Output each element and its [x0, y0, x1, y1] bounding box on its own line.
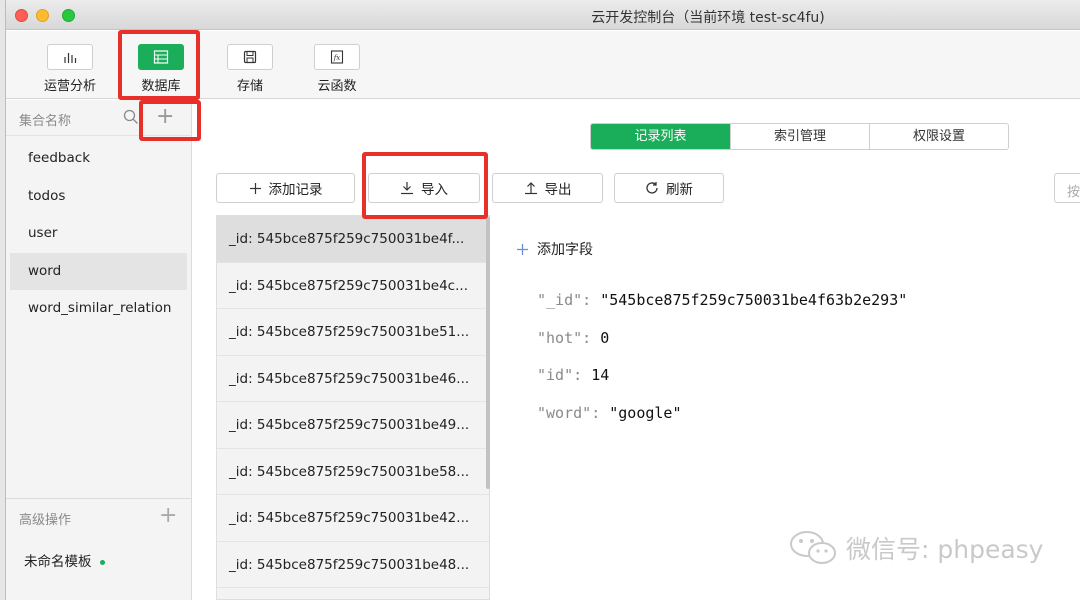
collection-header-title: 集合名称 — [19, 114, 72, 129]
add-advanced-operation-button[interactable]: + — [159, 504, 177, 528]
add-field-button[interactable]: 添加字段 — [516, 239, 593, 259]
field-key: "word" — [537, 404, 592, 422]
toolbar-label: 云函数 — [317, 79, 357, 94]
wechat-watermark: 微信号: phpeasy — [788, 528, 1043, 568]
record-list-scrollbar[interactable] — [486, 217, 490, 489]
add-field-label: 添加字段 — [537, 242, 593, 258]
collection-list: feedback todos user word word_similar_re… — [6, 136, 191, 328]
field-key: "hot" — [537, 329, 583, 347]
record-item[interactable]: _id: 545bce875f259c750031be42... — [217, 495, 489, 542]
collection-item-word-similar-relation[interactable]: word_similar_relation — [10, 290, 187, 328]
plus-icon — [517, 243, 528, 255]
record-item[interactable]: _id: 545bce875f259c750031be4f... — [217, 216, 489, 263]
window-title: 云开发控制台（当前环境 test-sc4fu) — [591, 10, 825, 26]
field-row[interactable]: "id": 14 — [537, 366, 609, 384]
advanced-operations-header: 高级操作 + — [6, 498, 191, 534]
field-row[interactable]: "hot": 0 — [537, 329, 609, 347]
title-bar: 云开发控制台（当前环境 test-sc4fu) — [6, 0, 1080, 30]
refresh-icon — [646, 182, 658, 194]
field-row[interactable]: "_id": "545bce875f259c750031be4f63b2e293… — [537, 291, 907, 309]
collection-sidebar: 集合名称 + feedback todos user word word_sim… — [6, 100, 192, 600]
advanced-operations-title: 高级操作 — [19, 513, 72, 528]
export-button[interactable]: 导出 — [492, 173, 603, 203]
field-value: "545bce875f259c750031be4f63b2e293" — [600, 291, 908, 309]
record-item[interactable]: _id: 545bce875f259c750031be48... — [217, 542, 489, 588]
tab-permission-settings[interactable]: 权限设置 — [869, 124, 1008, 149]
field-key: "id" — [537, 366, 574, 384]
record-item[interactable]: _id: 545bce875f259c750031be46... — [217, 356, 489, 402]
plus-icon — [249, 182, 261, 194]
collection-item-user[interactable]: user — [10, 215, 187, 253]
toolbar-cloud-functions[interactable]: fx 云函数 — [297, 44, 377, 94]
highlight-import-button — [362, 152, 488, 219]
collection-item-todos[interactable]: todos — [10, 178, 187, 216]
upload-icon — [524, 182, 537, 195]
template-item[interactable]: 未命名模板 — [24, 550, 105, 570]
view-tabs: 记录列表 索引管理 权限设置 — [590, 123, 1009, 150]
toolbar-label: 存储 — [236, 79, 263, 94]
refresh-button[interactable]: 刷新 — [614, 173, 724, 203]
add-record-button[interactable]: 添加记录 — [216, 173, 355, 203]
record-list: _id: 545bce875f259c750031be4f... _id: 54… — [216, 215, 490, 600]
record-item[interactable]: _id: 545bce875f259c750031be49... — [217, 402, 489, 449]
bar-chart-icon — [47, 44, 93, 70]
toolbar-label: 运营分析 — [43, 79, 96, 94]
highlight-database-tab — [118, 30, 200, 100]
field-value: "google" — [609, 404, 682, 422]
record-item[interactable]: _id: 545bce875f259c750031be58... — [217, 449, 489, 495]
save-disk-icon — [227, 44, 273, 70]
export-label: 导出 — [544, 182, 572, 198]
template-item-label: 未命名模板 — [24, 554, 92, 570]
field-value: 0 — [600, 329, 610, 347]
refresh-label: 刷新 — [666, 182, 693, 198]
wechat-icon — [790, 531, 836, 564]
record-item[interactable]: _id: 545bce875f259c750031be4c... — [217, 263, 489, 309]
highlight-add-collection — [139, 100, 201, 141]
record-item[interactable]: _id: 545bce875f259c750031be51... — [217, 309, 489, 356]
toolbar-analytics[interactable]: 运营分析 — [30, 44, 110, 94]
field-row[interactable]: "word": "google" — [537, 404, 682, 422]
function-icon: fx — [314, 44, 360, 70]
collection-item-word[interactable]: word — [10, 252, 187, 290]
tab-index-management[interactable]: 索引管理 — [730, 124, 869, 149]
field-value: 14 — [591, 366, 610, 384]
status-dot — [99, 559, 105, 565]
field-key: "_id" — [537, 291, 583, 309]
collection-item-feedback[interactable]: feedback — [10, 140, 187, 178]
add-record-label: 添加记录 — [268, 182, 323, 198]
watermark-text: 微信号: phpeasy — [846, 535, 1044, 564]
svg-text:fx: fx — [333, 54, 341, 62]
tab-record-list[interactable]: 记录列表 — [591, 124, 730, 149]
search-icon[interactable] — [123, 109, 139, 129]
record-search-input[interactable]: 按 — [1054, 173, 1080, 203]
toolbar-storage[interactable]: 存储 — [210, 44, 290, 94]
